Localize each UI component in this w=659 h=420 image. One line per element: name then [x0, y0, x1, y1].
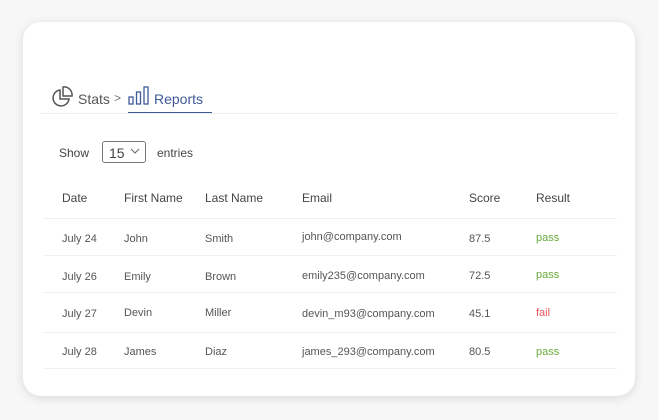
- cell-date: July 28: [62, 346, 97, 358]
- cell-result: fail: [536, 307, 551, 319]
- cell-email: john@company.com: [302, 231, 402, 243]
- breadcrumb-separator: >: [114, 91, 122, 105]
- entries-select[interactable]: 15: [102, 141, 146, 163]
- column-header-first-name[interactable]: First Name: [124, 191, 183, 205]
- breadcrumb-divider: [40, 113, 618, 114]
- row-divider: [43, 292, 617, 293]
- breadcrumb-reports[interactable]: Reports: [154, 91, 203, 107]
- cell-score: 72.5: [469, 270, 491, 282]
- column-header-date[interactable]: Date: [62, 191, 87, 205]
- breadcrumb-stats[interactable]: Stats: [78, 91, 110, 107]
- cell-result: pass: [536, 232, 560, 244]
- chevron-down-icon: [130, 148, 140, 154]
- bar-chart-icon: [128, 86, 149, 105]
- cell-email: devin_m93@company.com: [302, 308, 435, 320]
- cell-date: July 26: [62, 271, 97, 283]
- cell-score: 87.5: [469, 233, 491, 245]
- column-header-email[interactable]: Email: [302, 191, 332, 205]
- column-header-last-name[interactable]: Last Name: [205, 191, 263, 205]
- cell-first-name: John: [124, 233, 148, 245]
- cell-last-name: Diaz: [205, 346, 228, 358]
- row-divider: [43, 332, 617, 333]
- header-divider: [43, 218, 617, 219]
- cell-last-name: Smith: [205, 233, 234, 245]
- pie-chart-icon: [52, 86, 73, 107]
- cell-first-name: Emily: [124, 271, 151, 283]
- cell-score: 45.1: [469, 308, 491, 320]
- entries-label: entries: [157, 146, 194, 160]
- column-header-result[interactable]: Result: [536, 191, 570, 205]
- cell-email: emily235@company.com: [302, 270, 425, 282]
- reports-card: [23, 22, 635, 396]
- cell-first-name: Devin: [124, 307, 153, 319]
- entries-value: 15: [109, 145, 125, 161]
- cell-last-name: Miller: [205, 307, 232, 319]
- cell-result: pass: [536, 346, 560, 358]
- row-divider: [43, 255, 617, 256]
- column-header-score[interactable]: Score: [469, 191, 500, 205]
- cell-score: 80.5: [469, 346, 491, 358]
- cell-result: pass: [536, 269, 560, 281]
- cell-email: james_293@company.com: [302, 346, 435, 358]
- cell-first-name: James: [124, 346, 157, 358]
- cell-date: July 24: [62, 233, 97, 245]
- cell-last-name: Brown: [205, 271, 237, 283]
- row-divider: [43, 368, 617, 369]
- cell-date: July 27: [62, 308, 97, 320]
- show-label: Show: [59, 146, 90, 160]
